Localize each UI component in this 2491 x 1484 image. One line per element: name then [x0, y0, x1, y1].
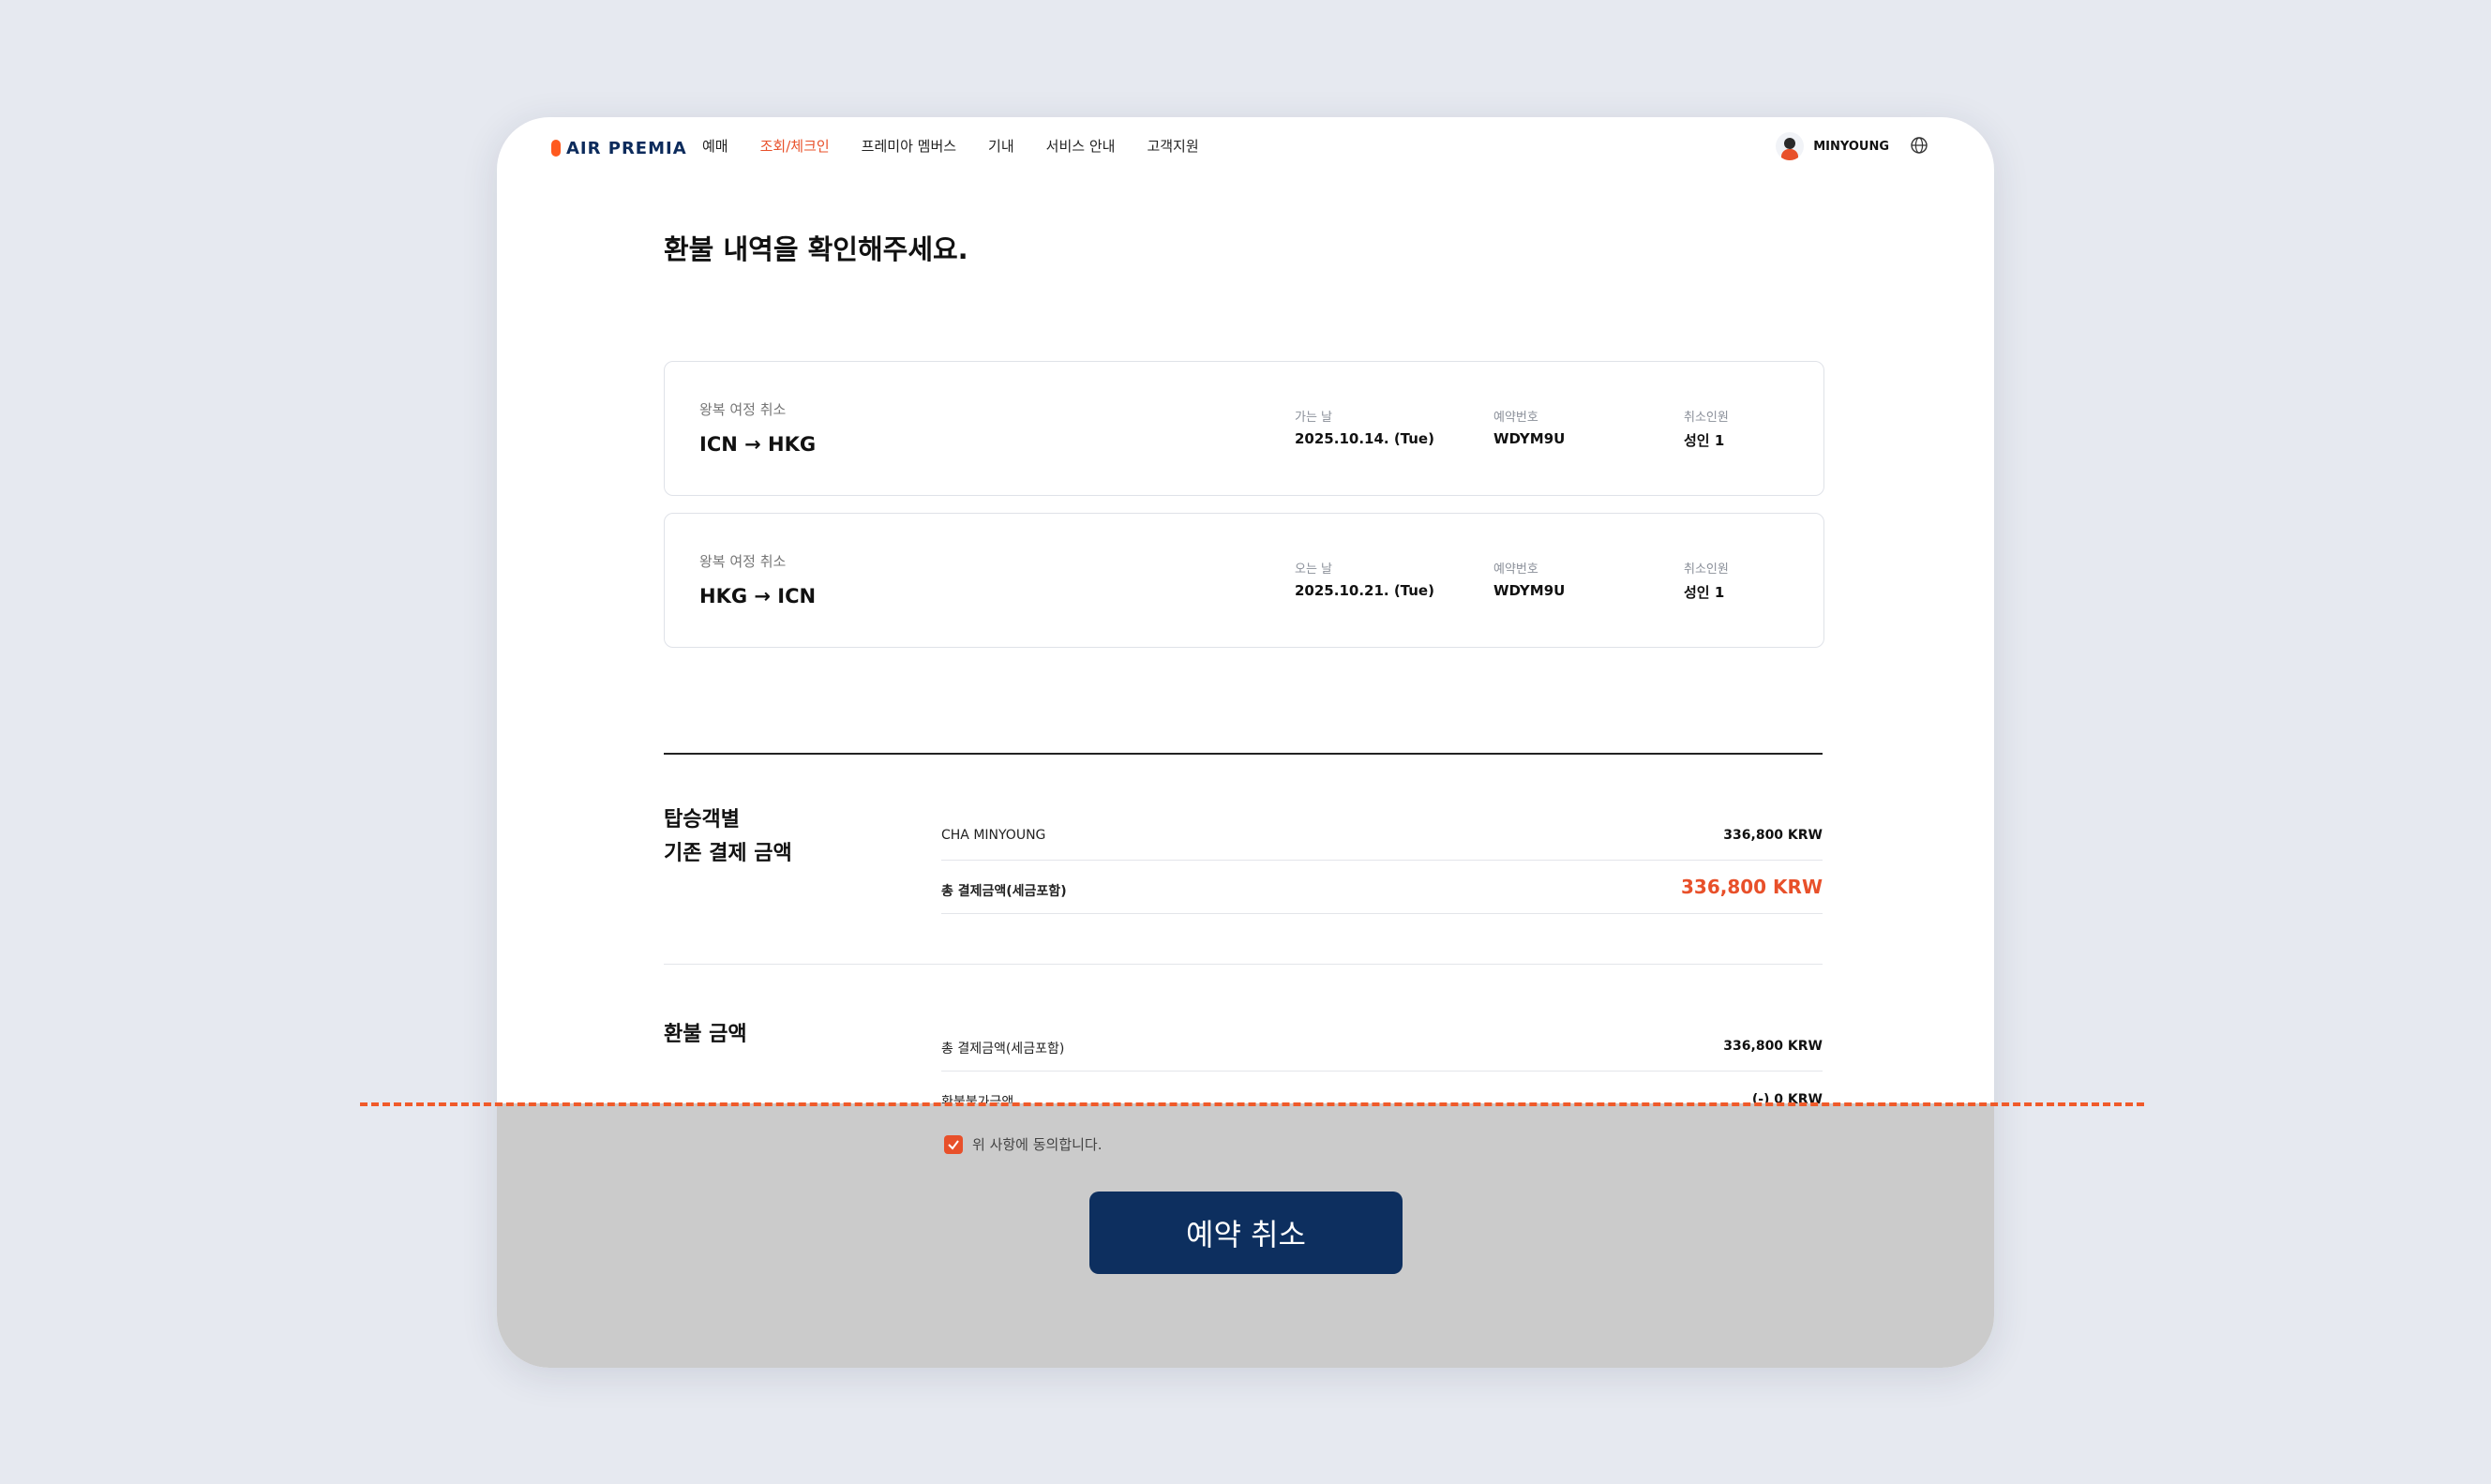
refund-total-row: 총 결제금액(세금포함) 336,800 KRW — [941, 1018, 1823, 1072]
agree-checkbox[interactable] — [944, 1134, 963, 1154]
trip-cancel-value: 성인 1 — [1684, 584, 1725, 601]
main-nav: 예매 조회/체크인 프레미아 멤버스 기내 서비스 안내 고객지원 — [702, 136, 1199, 156]
trip-route: HKG → ICN — [699, 585, 817, 607]
passenger-payment-row: CHA MINYOUNG 336,800 KRW — [941, 807, 1823, 861]
refund-total-amount: 336,800 KRW — [1723, 1039, 1823, 1054]
nav-inflight[interactable]: 기내 — [988, 136, 1014, 156]
trip-booking: 예약번호 WDYM9U — [1493, 559, 1565, 599]
trip-cancel-label: 취소인원 — [1684, 562, 1729, 577]
refund-section-title: 환불 금액 — [664, 1023, 747, 1046]
trip-date-value: 2025.10.14. (Tue) — [1295, 430, 1434, 447]
check-icon — [948, 1139, 959, 1150]
payment-title-line1: 탑승객별 — [664, 808, 740, 832]
trip-cancel-count: 취소인원 성인 1 — [1684, 407, 1729, 450]
trip-route: ICN → HKG — [699, 433, 817, 456]
passenger-amount: 336,800 KRW — [1723, 828, 1823, 843]
trip-cancel-label: 취소인원 — [1684, 411, 1729, 425]
section-divider — [664, 753, 1823, 755]
trip-card-return: 왕복 여정 취소 HKG → ICN 오는 날 2025.10.21. (Tue… — [664, 513, 1824, 648]
nav-booking[interactable]: 예매 — [702, 136, 728, 156]
trip-date-label: 오는 날 — [1295, 562, 1333, 577]
globe-icon[interactable] — [1910, 136, 1928, 155]
trip-booking-label: 예약번호 — [1493, 562, 1538, 577]
passenger-name: CHA MINYOUNG — [941, 828, 1046, 843]
avatar — [1776, 132, 1805, 160]
trip-date: 오는 날 2025.10.21. (Tue) — [1295, 559, 1434, 599]
refund-total-label: 총 결제금액(세금포함) — [941, 1042, 1065, 1057]
trip-date: 가는 날 2025.10.14. (Tue) — [1295, 407, 1434, 447]
trip-booking-label: 예약번호 — [1493, 411, 1538, 425]
trip-booking-value: WDYM9U — [1493, 582, 1566, 599]
trip-cancel-count: 취소인원 성인 1 — [1684, 559, 1729, 602]
logo-text: AIR PREMIA — [566, 138, 687, 158]
nav-customer-support[interactable]: 고객지원 — [1147, 136, 1198, 156]
page-card: AIR PREMIA 예매 조회/체크인 프레미아 멤버스 기내 서비스 안내 … — [497, 117, 1994, 1368]
cancel-booking-button[interactable]: 예약 취소 — [1089, 1192, 1403, 1274]
user-menu[interactable]: MINYOUNG — [1776, 132, 1889, 160]
payment-section-title: 탑승객별 기존 결제 금액 — [664, 803, 792, 871]
trip-card-outbound: 왕복 여정 취소 ICN → HKG 가는 날 2025.10.14. (Tue… — [664, 361, 1824, 496]
payment-total-row: 총 결제금액(세금포함) 336,800 KRW — [941, 861, 1823, 914]
nav-premia-members[interactable]: 프레미아 멤버스 — [862, 136, 956, 156]
trip-kind: 왕복 여정 취소 — [699, 401, 787, 418]
nav-lookup-checkin[interactable]: 조회/체크인 — [760, 136, 830, 156]
agree-checkbox-row[interactable]: 위 사항에 동의합니다. — [944, 1134, 1103, 1154]
payment-total-label: 총 결제금액(세금포함) — [941, 884, 1067, 899]
nav-service-info[interactable]: 서비스 안내 — [1046, 136, 1116, 156]
trip-booking-value: WDYM9U — [1493, 430, 1566, 447]
trip-kind: 왕복 여정 취소 — [699, 553, 787, 570]
dashed-guide-line — [360, 1102, 2144, 1106]
page-title: 환불 내역을 확인해주세요. — [664, 233, 968, 265]
section-separator — [664, 964, 1823, 965]
trip-date-label: 가는 날 — [1295, 411, 1333, 425]
payment-total-amount: 336,800 KRW — [1680, 876, 1823, 898]
payment-title-line2: 기존 결제 금액 — [664, 842, 792, 865]
agree-text: 위 사항에 동의합니다. — [972, 1136, 1103, 1153]
logo-mark-icon — [551, 140, 561, 157]
trip-booking: 예약번호 WDYM9U — [1493, 407, 1565, 447]
top-header: AIR PREMIA 예매 조회/체크인 프레미아 멤버스 기내 서비스 안내 … — [497, 117, 1994, 173]
user-name: MINYOUNG — [1813, 139, 1889, 154]
trip-date-value: 2025.10.21. (Tue) — [1295, 582, 1434, 599]
trip-cancel-value: 성인 1 — [1684, 432, 1725, 449]
air-premia-logo[interactable]: AIR PREMIA — [551, 138, 687, 158]
